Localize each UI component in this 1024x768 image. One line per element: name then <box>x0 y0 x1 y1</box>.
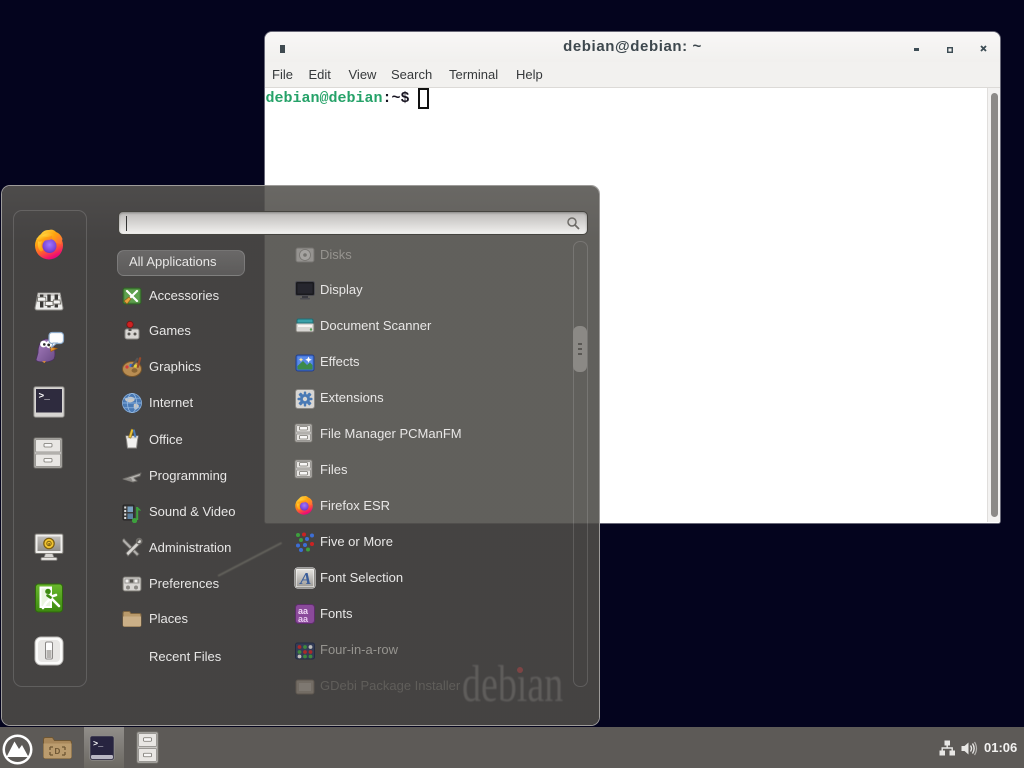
svg-text:>_: >_ <box>39 391 51 402</box>
svg-text:A: A <box>299 569 311 588</box>
svg-text:>_: >_ <box>93 739 104 749</box>
svg-text:aa: aa <box>298 614 309 624</box>
svg-text:D: D <box>55 747 61 756</box>
